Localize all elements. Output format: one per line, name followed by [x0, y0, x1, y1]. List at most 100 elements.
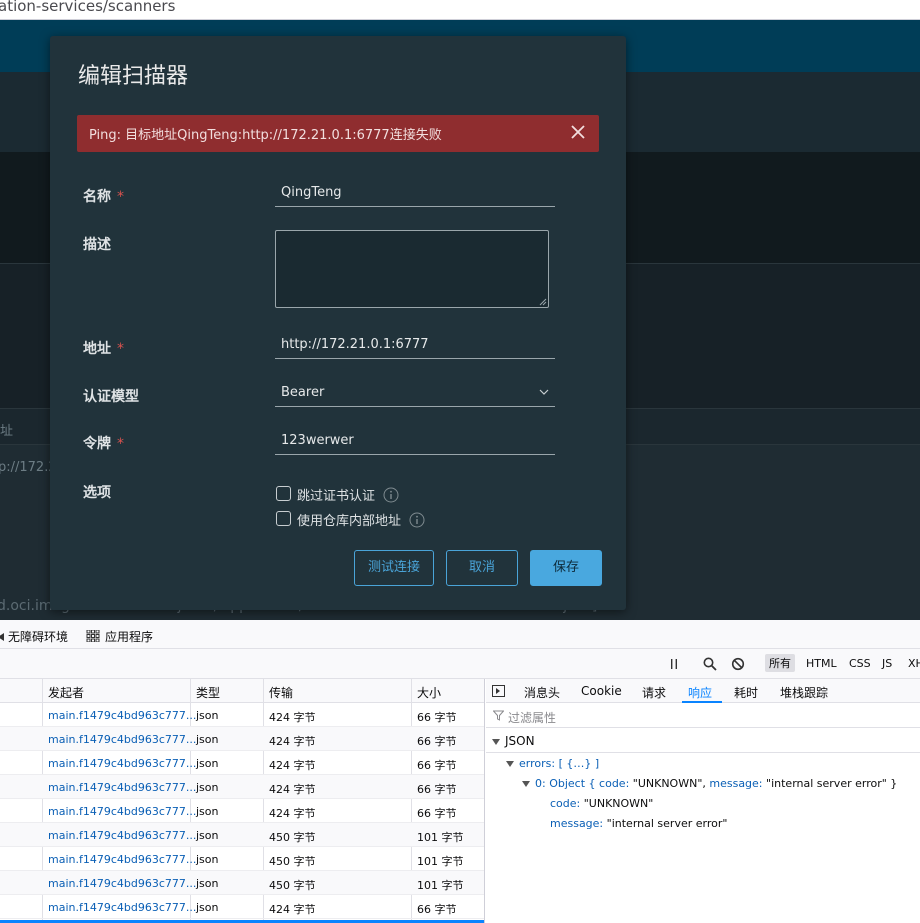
- column-initiator[interactable]: 发起者: [48, 684, 84, 701]
- column-size[interactable]: 大小: [417, 684, 441, 701]
- skip-cert-checkbox[interactable]: [276, 486, 291, 501]
- table-row[interactable]: main.f1479c4bd963c777... json 424 字节 66 …: [0, 775, 484, 799]
- search-icon[interactable]: [703, 657, 717, 671]
- cell-type: json: [196, 829, 219, 842]
- tab-label: 应用程序: [105, 630, 154, 644]
- toolbar-tab-accessibility[interactable]: 无障碍环境: [0, 628, 68, 645]
- endpoint-label: 地址 *: [83, 338, 124, 358]
- response-panel: 消息头 Cookie 请求 响应 耗时 堆栈跟踪 过滤属性 JSON error…: [486, 679, 920, 923]
- table-row[interactable]: main.f1479c4bd963c777... json 424 字节 66 …: [0, 895, 484, 919]
- table-row[interactable]: main.f1479c4bd963c777... json 424 字节 66 …: [0, 727, 484, 751]
- table-row[interactable]: main.f1479c4bd963c777... json 450 字节 101…: [0, 847, 484, 871]
- pause-icon[interactable]: [668, 658, 680, 670]
- test-connection-button[interactable]: 测试连接: [354, 550, 434, 586]
- cell-initiator[interactable]: main.f1479c4bd963c777...: [48, 709, 196, 722]
- endpoint-input[interactable]: http://172.21.0.1:6777: [275, 331, 555, 359]
- json-key: message:: [550, 817, 604, 830]
- application-icon: [86, 629, 100, 643]
- cell-initiator[interactable]: main.f1479c4bd963c777...: [48, 733, 196, 746]
- close-icon[interactable]: [567, 121, 589, 143]
- tab-stack-trace[interactable]: 堆栈跟踪: [780, 684, 828, 701]
- column-transferred[interactable]: 传输: [269, 684, 293, 701]
- filter-all[interactable]: 所有: [765, 654, 795, 672]
- json-node-item-0[interactable]: 0: Object { code: "UNKNOWN", message: "i…: [522, 777, 897, 790]
- cell-initiator[interactable]: main.f1479c4bd963c777...: [48, 901, 196, 914]
- cancel-button[interactable]: 取消: [446, 550, 518, 586]
- column-type[interactable]: 类型: [196, 684, 220, 701]
- devtools-toolbar: 无障碍环境 应用程序: [0, 620, 920, 649]
- cell-size: 66 字节: [417, 807, 457, 820]
- filter-js[interactable]: JS: [882, 657, 892, 670]
- cell-initiator[interactable]: main.f1479c4bd963c777...: [48, 805, 196, 818]
- cell-type: json: [196, 709, 219, 722]
- json-node-errors[interactable]: errors: [ {…} ]: [506, 757, 599, 770]
- required-mark: *: [117, 341, 124, 357]
- json-key: code:: [599, 777, 630, 790]
- cell-size: 66 字节: [417, 783, 457, 796]
- json-value: "internal server error": [606, 817, 728, 830]
- description-textarea[interactable]: [275, 230, 549, 308]
- address-bar[interactable]: ation-services/scanners: [0, 0, 920, 20]
- cell-initiator[interactable]: main.f1479c4bd963c777...: [48, 877, 196, 890]
- save-button[interactable]: 保存: [530, 550, 602, 586]
- table-row[interactable]: main.f1479c4bd963c777... json 424 字节 66 …: [0, 751, 484, 775]
- tab-cookie[interactable]: Cookie: [581, 684, 622, 698]
- filter-properties-input[interactable]: 过滤属性: [486, 703, 920, 728]
- auth-select[interactable]: Bearer: [275, 379, 555, 407]
- table-row[interactable]: main.f1479c4bd963c777... json 450 字节 101…: [0, 871, 484, 895]
- cell-initiator[interactable]: main.f1479c4bd963c777...: [48, 853, 196, 866]
- json-section-header[interactable]: JSON: [486, 731, 920, 753]
- cell-type: json: [196, 757, 219, 770]
- auth-label: 认证模型: [83, 389, 139, 405]
- filter-xhr[interactable]: XH: [908, 657, 920, 670]
- info-icon[interactable]: [409, 512, 425, 528]
- resize-grip-icon[interactable]: [538, 297, 547, 306]
- auth-selected-value: Bearer: [281, 385, 325, 400]
- token-label: 令牌 *: [83, 433, 124, 453]
- table-row[interactable]: main.f1479c4bd963c777... json 424 字节 66 …: [0, 703, 484, 727]
- cell-transferred: 450 字节: [269, 855, 316, 868]
- block-icon[interactable]: [731, 657, 745, 671]
- json-value: "UNKNOWN": [583, 797, 654, 810]
- skip-cert-label: 跳过证书认证: [297, 489, 376, 504]
- cell-size: 101 字节: [417, 879, 464, 892]
- table-row[interactable]: main.f1479c4bd963c777... json 450 字节 101…: [0, 823, 484, 847]
- cell-type: json: [196, 805, 219, 818]
- name-input[interactable]: QingTeng: [275, 179, 555, 207]
- url-text: ation-services/scanners: [0, 0, 176, 15]
- json-value: "UNKNOWN",: [629, 777, 710, 790]
- filter-css[interactable]: CSS: [849, 657, 871, 670]
- cell-initiator[interactable]: main.f1479c4bd963c777...: [48, 781, 196, 794]
- toggle-panel-icon[interactable]: [492, 685, 505, 697]
- info-icon[interactable]: [383, 487, 399, 503]
- json-node-message[interactable]: message: "internal server error": [550, 817, 727, 830]
- table-row[interactable]: main.f1479c4bd963c777... json 424 字节 66 …: [0, 799, 484, 823]
- internal-addr-checkbox[interactable]: [276, 511, 291, 526]
- cell-initiator[interactable]: main.f1479c4bd963c777...: [48, 829, 196, 842]
- cell-transferred: 450 字节: [269, 879, 316, 892]
- cell-type: json: [196, 877, 219, 890]
- network-toolbar: 所有 HTML CSS JS XH: [0, 649, 920, 679]
- tab-timing[interactable]: 耗时: [734, 684, 758, 701]
- json-node-code[interactable]: code: "UNKNOWN": [550, 797, 653, 810]
- filter-html[interactable]: HTML: [806, 657, 837, 670]
- tab-request[interactable]: 请求: [642, 684, 666, 701]
- network-table: 发起者 类型 传输 大小 main.f1479c4bd963c777... js…: [0, 679, 485, 923]
- cell-size: 101 字节: [417, 855, 464, 868]
- options-label: 选项: [83, 485, 111, 501]
- alert-message: Ping: 目标地址QingTeng:http://172.21.0.1:677…: [89, 128, 442, 143]
- edit-scanner-modal: 编辑扫描器 Ping: 目标地址QingTeng:http://172.21.0…: [50, 36, 626, 610]
- cell-initiator[interactable]: main.f1479c4bd963c777...: [48, 757, 196, 770]
- token-input[interactable]: 123werwer: [275, 427, 555, 455]
- name-label: 名称 *: [83, 186, 124, 206]
- tab-headers[interactable]: 消息头: [524, 684, 560, 701]
- cell-transferred: 450 字节: [269, 831, 316, 844]
- bg-text: p://172.2: [0, 460, 57, 475]
- label-text: 令牌: [83, 436, 111, 452]
- description-label: 描述: [83, 237, 111, 253]
- json-value: "internal server error" }: [762, 777, 898, 790]
- toolbar-tab-application[interactable]: 应用程序: [86, 628, 153, 645]
- json-value: Object {: [549, 777, 600, 790]
- json-key: message:: [709, 777, 763, 790]
- tab-response[interactable]: 响应: [688, 684, 712, 701]
